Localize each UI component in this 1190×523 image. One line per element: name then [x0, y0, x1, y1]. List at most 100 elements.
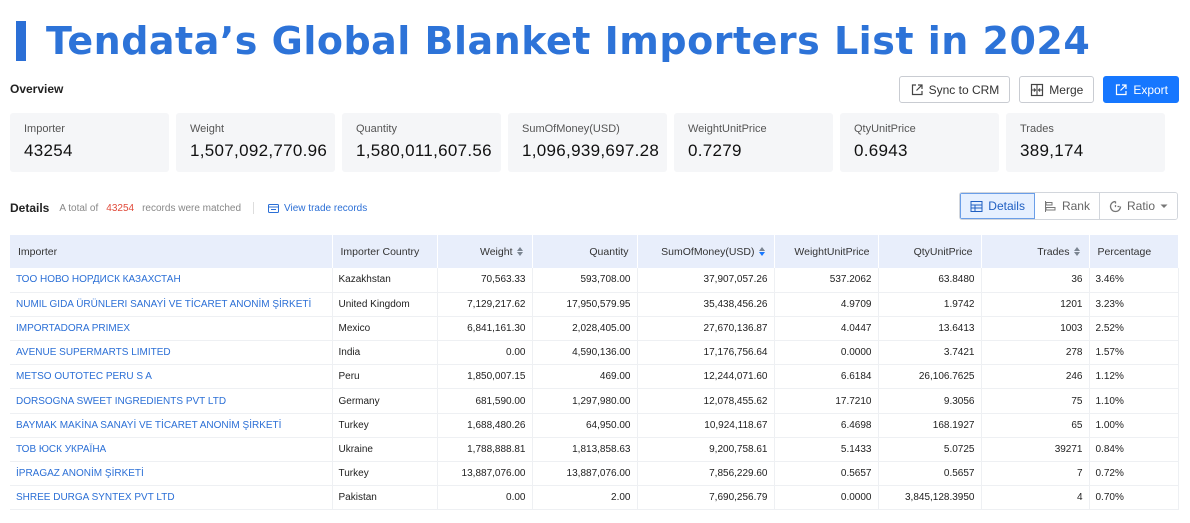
stat-label: Importer — [24, 123, 65, 135]
total-prefix: A total of — [59, 202, 99, 214]
importer-name-link[interactable]: BAYMAK MAKİNA SANAYİ VE TİCARET ANONİM Ş… — [10, 413, 333, 438]
table-row[interactable]: IMPORTADORA PRIMEX Mexico 6,841,161.30 2,02… — [10, 316, 1179, 342]
column-header-percentage[interactable]: Percentage — [1089, 235, 1179, 268]
trades-cell: 1201 — [981, 292, 1090, 317]
stat-label: Quantity — [356, 123, 397, 135]
view-switcher: Details Rank Ratio — [959, 192, 1178, 220]
stat-trades: Trades 389,174 — [1006, 113, 1165, 172]
total-suffix: records were matched — [142, 202, 242, 214]
quantity-cell: 469.00 — [532, 364, 638, 390]
weight-cell: 1,850,007.15 — [437, 364, 533, 390]
sort-icon[interactable] — [516, 247, 524, 257]
country-cell: Mexico — [332, 316, 438, 342]
column-header-label: Percentage — [1097, 245, 1152, 258]
importer-name-link[interactable]: DORSOGNA SWEET INGREDIENTS PVT LTD — [10, 388, 333, 414]
weight-unit-price-cell: 5.1433 — [774, 437, 879, 463]
weight-unit-price-cell: 17.7210 — [774, 388, 879, 414]
sync-to-crm-label: Sync to CRM — [928, 82, 1000, 97]
stat-quantity: Quantity 1,580,011,607.56 — [342, 113, 501, 172]
table-row[interactable]: NUMIL GIDA ÜRÜNLERI SANAYİ VE TİCARET AN… — [10, 292, 1179, 317]
weight-cell: 70,563.33 — [437, 268, 533, 293]
country-cell: United Kingdom — [332, 292, 438, 317]
weight-unit-price-cell: 6.4698 — [774, 413, 879, 438]
column-header-label: Trades — [1037, 245, 1070, 258]
quantity-cell: 1,297,980.00 — [532, 388, 638, 414]
table-row[interactable]: METSO OUTOTEC PERU S A Peru 1,850,007.15 46… — [10, 364, 1179, 390]
bar-rank-icon — [1044, 200, 1056, 212]
merge-icon — [1031, 83, 1044, 96]
column-header-weight-unit-price[interactable]: WeightUnitPrice — [774, 235, 879, 268]
merge-button[interactable]: Merge — [1019, 76, 1095, 103]
stat-label: Trades — [1020, 123, 1054, 135]
trades-cell: 75 — [981, 388, 1090, 414]
stat-sum-of-money: SumOfMoney(USD) 1,096,939,697.28 — [508, 113, 667, 172]
rank-view-button[interactable]: Rank — [1034, 193, 1100, 219]
importer-name-link[interactable]: AVENUE SUPERMARTS LIMITED — [10, 340, 333, 366]
table-row[interactable]: AVENUE SUPERMARTS LIMITED India 0.00 4,590,… — [10, 340, 1179, 366]
percentage-cell: 0.84% — [1089, 437, 1179, 463]
qty-unit-price-cell: 3,845,128.3950 — [878, 485, 982, 511]
export-icon — [1116, 83, 1127, 95]
stat-importer: Importer 43254 — [10, 113, 169, 172]
trades-cell: 36 — [981, 268, 1090, 293]
trades-cell: 7 — [981, 461, 1090, 487]
trades-cell: 65 — [981, 413, 1090, 438]
sort-icon[interactable] — [1073, 247, 1081, 257]
importers-table: Importer Importer Country Weight Quantit… — [10, 235, 1179, 511]
importer-name-link[interactable]: IMPORTADORA PRIMEX — [10, 316, 333, 342]
column-header-label: Importer — [18, 245, 58, 258]
table-row[interactable]: BAYMAK MAKİNA SANAYİ VE TİCARET ANONİM Ş… — [10, 413, 1179, 438]
chevron-down-icon — [1160, 204, 1168, 208]
qty-unit-price-cell: 63.8480 — [878, 268, 982, 293]
ratio-view-dropdown[interactable]: Ratio — [1099, 193, 1177, 219]
importer-name-link[interactable]: METSO OUTOTEC PERU S A — [10, 364, 333, 390]
percentage-cell: 3.23% — [1089, 292, 1179, 317]
importer-name-link[interactable]: ТОВ ЮСК УКРАЇНА — [10, 437, 333, 463]
table-row[interactable]: ТОО НОВО НОРДИСК КАЗАХСТАН Kazakhstan 70,5… — [10, 268, 1179, 293]
quantity-cell: 64,950.00 — [532, 413, 638, 438]
percentage-cell: 3.46% — [1089, 268, 1179, 293]
page-title-block: Tendata’s Global Blanket Importers List … — [16, 16, 1090, 66]
percentage-cell: 0.70% — [1089, 485, 1179, 511]
importer-name-link[interactable]: NUMIL GIDA ÜRÜNLERI SANAYİ VE TİCARET AN… — [10, 292, 333, 317]
column-header-importer[interactable]: Importer — [10, 235, 333, 268]
sort-icon[interactable] — [758, 247, 766, 257]
column-header-country[interactable]: Importer Country — [332, 235, 438, 268]
column-header-trades[interactable]: Trades — [981, 235, 1090, 268]
sum-of-money-cell: 7,856,229.60 — [637, 461, 775, 487]
importer-name-link[interactable]: İPRAGAZ ANONİM ŞİRKETİ — [10, 461, 333, 487]
details-heading: Details — [10, 201, 50, 215]
trades-cell: 278 — [981, 340, 1090, 366]
percentage-cell: 1.57% — [1089, 340, 1179, 366]
export-button[interactable]: Export — [1103, 76, 1179, 103]
column-header-weight[interactable]: Weight — [437, 235, 533, 268]
table-row[interactable]: ТОВ ЮСК УКРАЇНА Ukraine 1,788,888.81 1,813,… — [10, 437, 1179, 463]
column-header-qty-unit-price[interactable]: QtyUnitPrice — [878, 235, 982, 268]
column-header-quantity[interactable]: Quantity — [532, 235, 638, 268]
weight-unit-price-cell: 4.9709 — [774, 292, 879, 317]
importer-name-link[interactable]: SHREE DURGA SYNTEX PVT LTD — [10, 485, 333, 511]
rank-view-label: Rank — [1061, 199, 1090, 213]
trades-cell: 246 — [981, 364, 1090, 390]
column-header-sum-of-money[interactable]: SumOfMoney(USD) — [637, 235, 775, 268]
view-trade-records-link[interactable]: View trade records — [268, 203, 367, 214]
table-row[interactable]: DORSOGNA SWEET INGREDIENTS PVT LTD German… — [10, 388, 1179, 414]
country-cell: India — [332, 340, 438, 366]
percentage-cell: 1.12% — [1089, 364, 1179, 390]
records-icon — [268, 203, 280, 213]
weight-cell: 1,688,480.26 — [437, 413, 533, 438]
country-cell: Peru — [332, 364, 438, 390]
stat-label: WeightUnitPrice — [688, 123, 767, 135]
sum-of-money-cell: 12,078,455.62 — [637, 388, 775, 414]
qty-unit-price-cell: 0.5657 — [878, 461, 982, 487]
importer-name-link[interactable]: ТОО НОВО НОРДИСК КАЗАХСТАН — [10, 268, 333, 293]
table-row[interactable]: SHREE DURGA SYNTEX PVT LTD Pakistan 0.00 2.… — [10, 485, 1179, 511]
quantity-cell: 13,887,076.00 — [532, 461, 638, 487]
weight-cell: 681,590.00 — [437, 388, 533, 414]
sum-of-money-cell: 10,924,118.67 — [637, 413, 775, 438]
details-view-button[interactable]: Details — [960, 193, 1035, 219]
quantity-cell: 2,028,405.00 — [532, 316, 638, 342]
stat-value: 389,174 — [1020, 141, 1084, 160]
sync-to-crm-button[interactable]: Sync to CRM — [898, 76, 1011, 103]
table-row[interactable]: İPRAGAZ ANONİM ŞİRKETİ Turkey 13,887,076.0… — [10, 461, 1179, 487]
